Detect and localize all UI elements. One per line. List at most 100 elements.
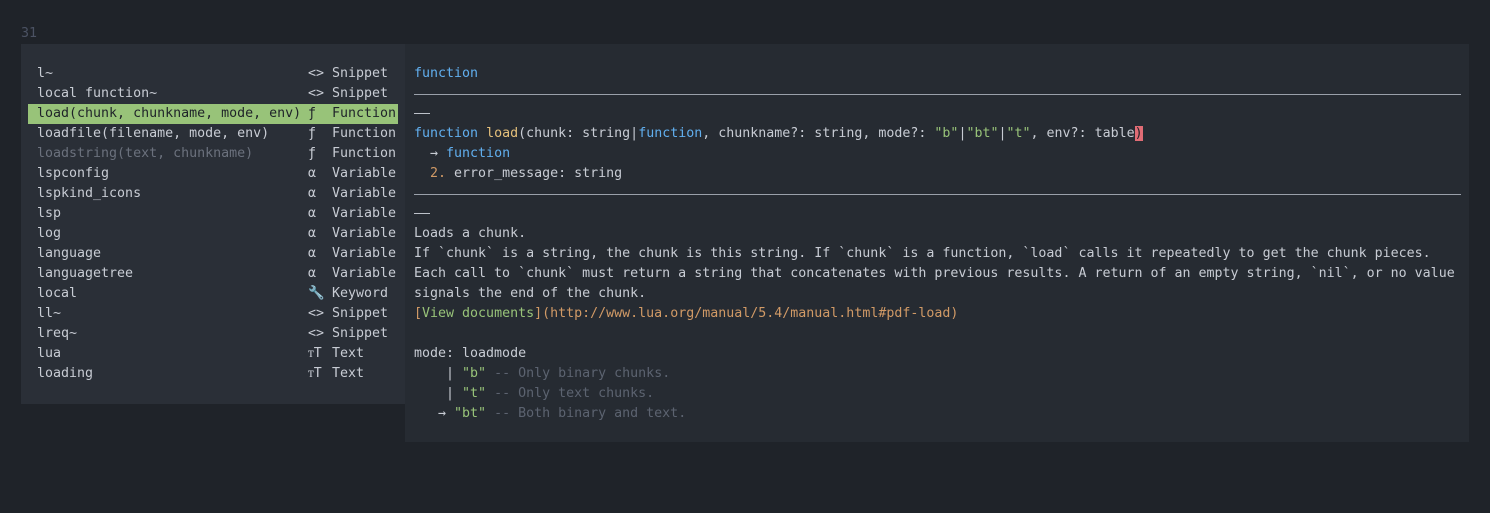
completion-item-kind-text: Variable [332,186,397,201]
completion-item-label: loadstring(text, chunkname) [37,146,254,161]
return-arrow: → [414,146,447,161]
mode-value: "bt" [454,406,487,421]
variable-icon: α [308,246,317,261]
mode-value: "t" [462,386,487,401]
completion-item-label: ll~ [37,306,62,321]
variable-icon: α [308,166,317,181]
completion-item[interactable]: local function~ <> Snippet [28,84,398,104]
completion-item-kind: 🔧 Keyword [308,284,388,304]
completion-item-label: log [37,226,62,241]
completion-item-label: local [37,286,78,301]
doc-separator [414,94,1461,95]
completion-item-kind: ƒ Function [308,144,396,164]
completion-item-kind: ƒ Function [308,104,396,124]
sig-string: "t" [1006,126,1031,141]
doc-description: Each call to `chunk` must return a strin… [414,266,1455,281]
doc-signature: function load(chunk: string|function, ch… [414,124,1143,144]
completion-item-kind-text: Variable [332,246,397,261]
completion-item-kind-text: Text [332,366,365,381]
doc-return-1: → function [414,144,510,164]
completion-menu[interactable]: l~ <> Snippet local function~ <> Snippet loa… [21,44,405,404]
completion-item-kind-text: Snippet [332,86,389,101]
completion-item[interactable]: languagetree α Variable [28,264,398,284]
return-index: 2. [414,166,447,181]
completion-item-kind-text: Function [332,106,397,121]
completion-item-kind-text: Variable [332,226,397,241]
completion-item[interactable]: loading ᴛT Text [28,364,398,384]
link-bracket: ) [950,306,959,321]
completion-item-kind: α Variable [308,224,396,244]
completion-item-kind: <> Snippet [308,84,388,104]
completion-item-label: lspconfig [37,166,110,181]
snippet-icon: <> [308,326,325,341]
doc-return-2: 2. error_message: string [414,164,622,184]
completion-item[interactable]: loadstring(text, chunkname) ƒ Function [28,144,398,164]
completion-item[interactable]: lua ᴛT Text [28,344,398,364]
doc-mode-heading: mode: loadmode [414,346,527,361]
completion-item[interactable]: loadfile(filename, mode, env) ƒ Function [28,124,398,144]
completion-item[interactable]: lspkind_icons α Variable [28,184,398,204]
completion-item-kind-text: Function [332,126,397,141]
doc-separator [414,194,1461,195]
completion-item-kind: α Variable [308,264,396,284]
doc-header: function [414,66,479,81]
completion-item[interactable]: ll~ <> Snippet [28,304,398,324]
completion-item[interactable]: load(chunk, chunkname, mode, env) ƒ Funct… [28,104,398,124]
doc-description: signals the end of the chunk. [414,286,647,301]
completion-item-kind: <> Snippet [308,304,388,324]
completion-item-label: lua [37,346,62,361]
completion-item-kind: α Variable [308,244,396,264]
completion-item-kind-text: Snippet [332,326,389,341]
snippet-icon: <> [308,306,325,321]
sig-param: , env?: table [1030,126,1135,141]
completion-item-label: loadfile(filename, mode, env) [37,126,270,141]
variable-icon: α [308,266,317,281]
function-icon: ƒ [308,106,317,121]
mode-comment: -- Only text chunks. [486,386,655,401]
mode-prefix: | [414,366,463,381]
completion-item-kind-text: Function [332,146,397,161]
doc-mode-option: | "t" -- Only text chunks. [414,384,654,404]
completion-item-label: load(chunk, chunkname, mode, env) [37,106,302,121]
variable-icon: α [308,206,317,221]
doc-rule: —— [414,106,431,121]
text-icon: ᴛT [308,346,322,361]
variable-icon: α [308,226,317,241]
sig-param: (chunk: string| [518,126,639,141]
completion-item[interactable]: lsp α Variable [28,204,398,224]
completion-item-kind-text: Variable [332,266,397,281]
completion-item[interactable]: l~ <> Snippet [28,64,398,84]
sig-function-name: load [486,126,519,141]
completion-item-kind: ᴛT Text [308,344,364,364]
buffer-line-32[interactable]: 32 load [5,24,79,61]
completion-item[interactable]: lspconfig α Variable [28,164,398,184]
link-bracket: ]( [534,306,551,321]
completion-item-kind-text: Variable [332,166,397,181]
completion-item-kind-text: Text [332,346,365,361]
return-desc: error_message: string [446,166,623,181]
completion-item[interactable]: log α Variable [28,224,398,244]
doc-mode-option: → "bt" -- Both binary and text. [414,404,686,424]
completion-item-kind: α Variable [308,164,396,184]
mode-prefix: → [414,406,455,421]
sig-param-type: function [638,126,703,141]
completion-item-label: lspkind_icons [37,186,142,201]
completion-item-kind: <> Snippet [308,324,388,344]
link-text[interactable]: View documents [422,306,534,321]
completion-item-label: lreq~ [37,326,78,341]
completion-item-label: lsp [37,206,62,221]
completion-item[interactable]: lreq~ <> Snippet [28,324,398,344]
variable-icon: α [308,186,317,201]
sig-string: "b" [934,126,959,141]
mode-comment: -- Both binary and text. [486,406,687,421]
completion-item[interactable]: language α Variable [28,244,398,264]
mode-comment: -- Only binary chunks. [486,366,671,381]
doc-link[interactable]: [View documents](http://www.lua.org/manu… [414,304,958,324]
completion-item[interactable]: local 🔧 Keyword [28,284,398,304]
link-bracket: [ [414,306,423,321]
buffer-line-31[interactable]: 31 [5,4,37,41]
function-icon: ƒ [308,146,317,161]
completion-item-kind-text: Variable [332,206,397,221]
link-url[interactable]: http://www.lua.org/manual/5.4/manual.htm… [550,306,950,321]
return-type: function [446,146,511,161]
